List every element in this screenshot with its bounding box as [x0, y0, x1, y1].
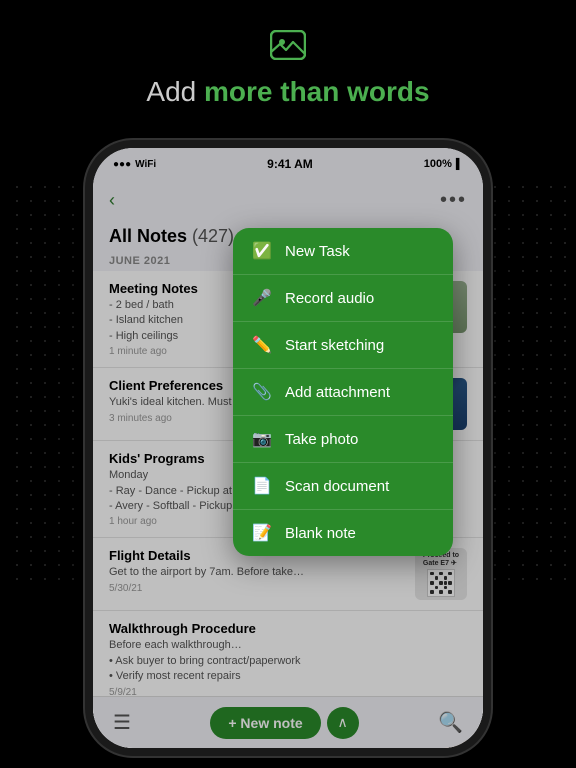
promo-title-highlight: more than words	[204, 76, 430, 107]
promo-header: Add more than words	[88, 30, 488, 109]
popup-item-label: Scan document	[285, 478, 389, 495]
popup-menu: ✅ New Task 🎤 Record audio ✏️ Start sketc…	[233, 228, 453, 556]
popup-item-label: Start sketching	[285, 337, 384, 354]
attachment-icon: 📎	[251, 381, 273, 403]
camera-icon: 📷	[251, 428, 273, 450]
popup-item-record-audio[interactable]: 🎤 Record audio	[233, 275, 453, 322]
popup-item-label: New Task	[285, 243, 350, 260]
popup-item-label: Take photo	[285, 431, 358, 448]
popup-item-start-sketching[interactable]: ✏️ Start sketching	[233, 322, 453, 369]
popup-item-label: Blank note	[285, 525, 356, 542]
scan-icon: 📄	[251, 475, 273, 497]
popup-item-label: Record audio	[285, 290, 374, 307]
blank-note-icon: 📝	[251, 522, 273, 544]
promo-title-plain: Add	[146, 76, 204, 107]
popup-item-new-task[interactable]: ✅ New Task	[233, 228, 453, 275]
popup-item-label: Add attachment	[285, 384, 390, 401]
sketch-icon: ✏️	[251, 334, 273, 356]
promo-title: Add more than words	[88, 75, 488, 109]
popup-item-add-attachment[interactable]: 📎 Add attachment	[233, 369, 453, 416]
popup-item-scan-document[interactable]: 📄 Scan document	[233, 463, 453, 510]
promo-icon	[88, 30, 488, 67]
popup-item-blank-note[interactable]: 📝 Blank note	[233, 510, 453, 556]
new-task-icon: ✅	[251, 240, 273, 262]
record-audio-icon: 🎤	[251, 287, 273, 309]
phone-frame: ●●● WiFi 9:41 AM 100% ▌ ‹ ••• All Notes …	[93, 148, 483, 748]
popup-item-take-photo[interactable]: 📷 Take photo	[233, 416, 453, 463]
